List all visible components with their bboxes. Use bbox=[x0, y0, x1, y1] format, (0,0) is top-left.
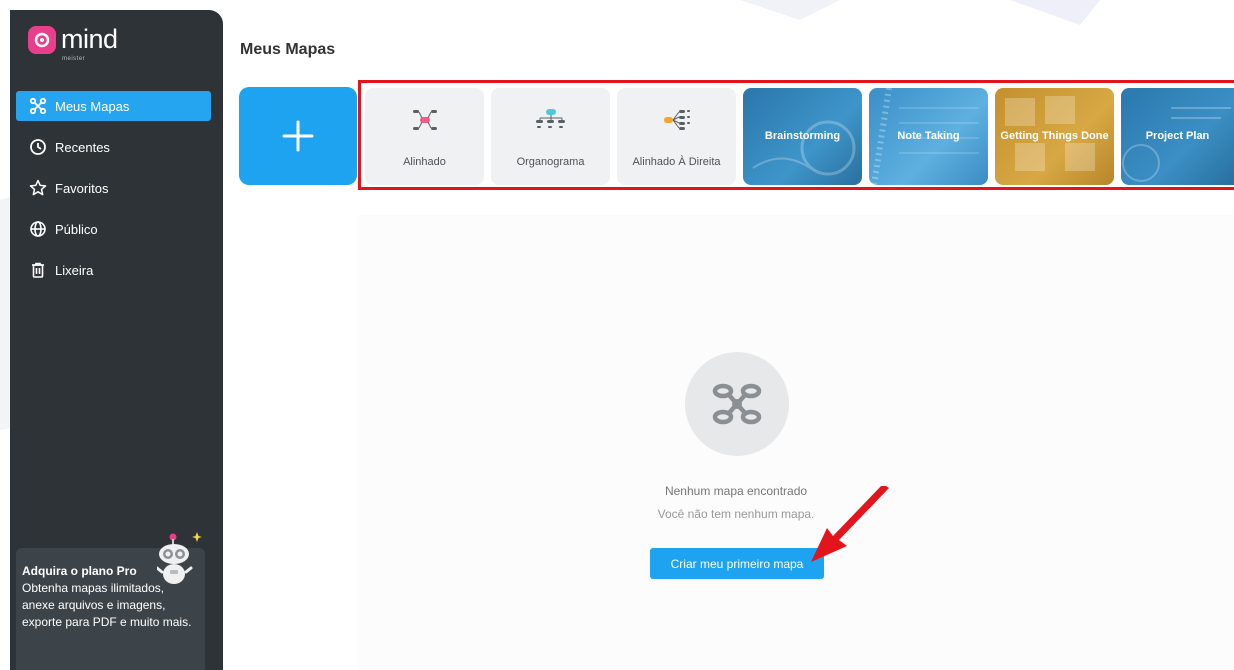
sidebar-item-recentes[interactable]: Recentes bbox=[16, 132, 211, 162]
template-project-plan[interactable]: Project Plan bbox=[1121, 88, 1234, 185]
logo[interactable]: mind meister bbox=[28, 24, 118, 62]
mindmeister-logo-icon bbox=[28, 26, 56, 54]
mindmap-icon bbox=[712, 383, 762, 425]
org-chart-icon bbox=[491, 108, 610, 132]
robot-mascot-icon bbox=[155, 528, 205, 595]
page-title: Meus Mapas bbox=[240, 41, 336, 58]
create-first-map-button[interactable]: Criar meu primeiro mapa bbox=[650, 548, 824, 579]
template-label: Getting Things Done bbox=[1000, 130, 1109, 142]
sidebar-item-label: Favoritos bbox=[55, 180, 109, 196]
trash-icon bbox=[28, 260, 48, 280]
maps-content-area bbox=[358, 215, 1234, 670]
mindmap-icon bbox=[28, 96, 48, 116]
template-alinhado-a-direita[interactable]: Alinhado À Direita bbox=[617, 88, 736, 185]
sidebar-item-publico[interactable]: Público bbox=[16, 214, 211, 244]
sidebar-nav: Meus Mapas Recentes Favoritos Público Li… bbox=[16, 91, 211, 296]
template-label: Alinhado À Direita bbox=[632, 156, 721, 168]
promo-title: Adquira o plano Pro bbox=[22, 564, 137, 578]
template-label: Project Plan bbox=[1145, 130, 1210, 142]
sidebar-item-label: Público bbox=[55, 221, 98, 237]
aligned-map-icon bbox=[365, 108, 484, 132]
template-label: Alinhado bbox=[403, 156, 446, 168]
sidebar-item-favoritos[interactable]: Favoritos bbox=[16, 173, 211, 203]
sidebar-item-label: Recentes bbox=[55, 139, 110, 155]
globe-icon bbox=[28, 219, 48, 239]
template-label: Organograma bbox=[516, 156, 585, 168]
template-label: Note Taking bbox=[897, 130, 960, 142]
template-brainstorming[interactable]: Brainstorming bbox=[743, 88, 862, 185]
logo-subtext: meister bbox=[62, 56, 86, 62]
sidebar-item-label: Meus Mapas bbox=[55, 98, 130, 114]
right-aligned-map-icon bbox=[617, 108, 736, 132]
empty-state-illustration bbox=[685, 352, 789, 456]
new-map-button[interactable] bbox=[239, 87, 357, 185]
sidebar-item-meus-mapas[interactable]: Meus Mapas bbox=[16, 91, 211, 121]
template-organograma[interactable]: Organograma bbox=[491, 88, 610, 185]
clock-icon bbox=[28, 137, 48, 157]
red-arrow-annotation bbox=[811, 486, 889, 562]
sidebar-item-lixeira[interactable]: Lixeira bbox=[16, 255, 211, 285]
sidebar: mind meister Meus Mapas Recentes Favorit… bbox=[10, 10, 223, 670]
logo-text: mind bbox=[61, 24, 118, 54]
star-icon bbox=[28, 178, 48, 198]
template-label: Brainstorming bbox=[764, 130, 841, 142]
template-note-taking[interactable]: Note Taking bbox=[869, 88, 988, 185]
template-alinhado[interactable]: Alinhado bbox=[365, 88, 484, 185]
sidebar-item-label: Lixeira bbox=[55, 262, 94, 278]
plus-icon bbox=[282, 120, 314, 152]
template-getting-things-done[interactable]: Getting Things Done bbox=[995, 88, 1114, 185]
upgrade-promo-card[interactable]: Adquira o plano Pro Obtenha mapas ilimit… bbox=[16, 532, 205, 670]
